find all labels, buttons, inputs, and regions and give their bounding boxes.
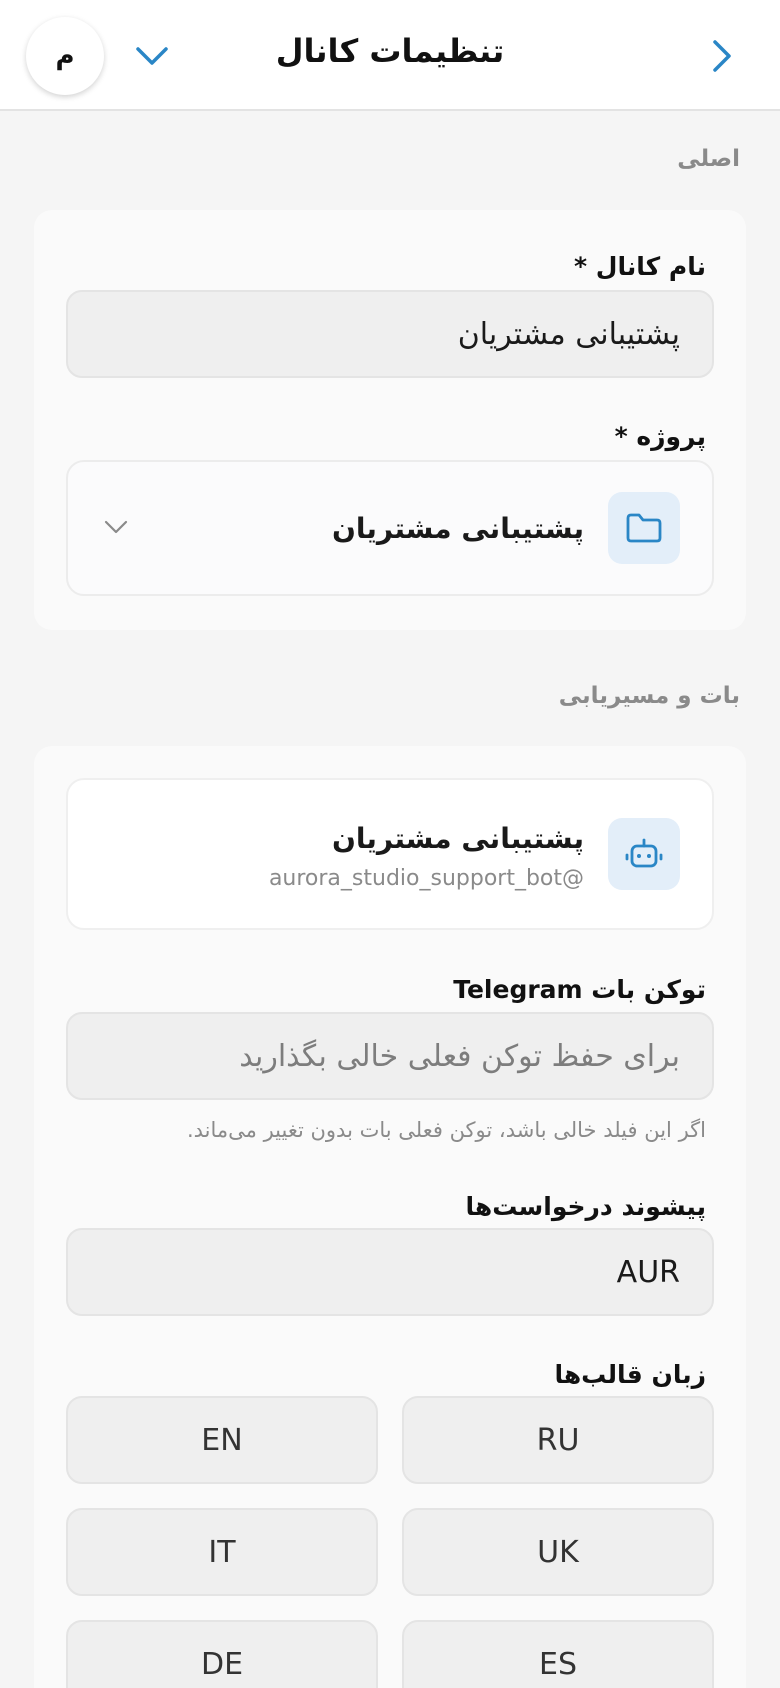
project-icon-box	[608, 492, 680, 564]
channel-name-label: نام کانال *	[574, 252, 706, 281]
bot-icon-box	[608, 818, 680, 890]
app-header: تنظیمات کانال م	[0, 0, 780, 111]
lang-option-it[interactable]: IT	[66, 1508, 378, 1596]
bot-handle: @aurora_studio_support_bot	[268, 866, 584, 891]
project-label: پروژه *	[614, 422, 706, 451]
chevron-down-icon	[104, 520, 128, 534]
token-help-text: اگر این فیلد خالی باشد، توکن فعلی بات بد…	[186, 1118, 706, 1142]
avatar[interactable]: م	[26, 17, 104, 95]
prefix-label: پیشوند درخواست‌ها	[465, 1192, 707, 1221]
bot-name: پشتیبانی مشتریان	[332, 822, 584, 855]
lang-option-ru[interactable]: RU	[402, 1396, 714, 1484]
select-chevron	[102, 512, 130, 542]
lang-option-en[interactable]: EN	[66, 1396, 378, 1484]
channel-name-input[interactable]: پشتیبانی مشتریان	[66, 290, 714, 378]
project-select[interactable]: پشتیبانی مشتریان	[66, 460, 714, 596]
templates-language-label: زبان قالب‌ها	[554, 1360, 706, 1389]
lang-option-de[interactable]: DE	[66, 1620, 378, 1688]
project-value: پشتیبانی مشتریان	[332, 512, 584, 545]
token-input[interactable]: برای حفظ توکن فعلی خالی بگذارید	[66, 1012, 714, 1100]
channel-switch-button[interactable]	[132, 38, 172, 74]
token-label: توکن بات Telegram	[453, 975, 706, 1004]
lang-option-uk[interactable]: UK	[402, 1508, 714, 1596]
section-title-main: اصلی	[677, 146, 740, 172]
lang-option-es[interactable]: ES	[402, 1620, 714, 1688]
page-title: تنظیمات کانال	[275, 32, 505, 70]
prefix-input[interactable]: AUR	[66, 1228, 714, 1316]
chevron-down-icon	[136, 47, 168, 65]
bot-info-card: پشتیبانی مشتریان @aurora_studio_support_…	[66, 778, 714, 930]
section-title-bot: بات و مسیریابی	[558, 683, 740, 709]
folder-icon	[626, 513, 662, 543]
robot-icon	[625, 838, 663, 868]
